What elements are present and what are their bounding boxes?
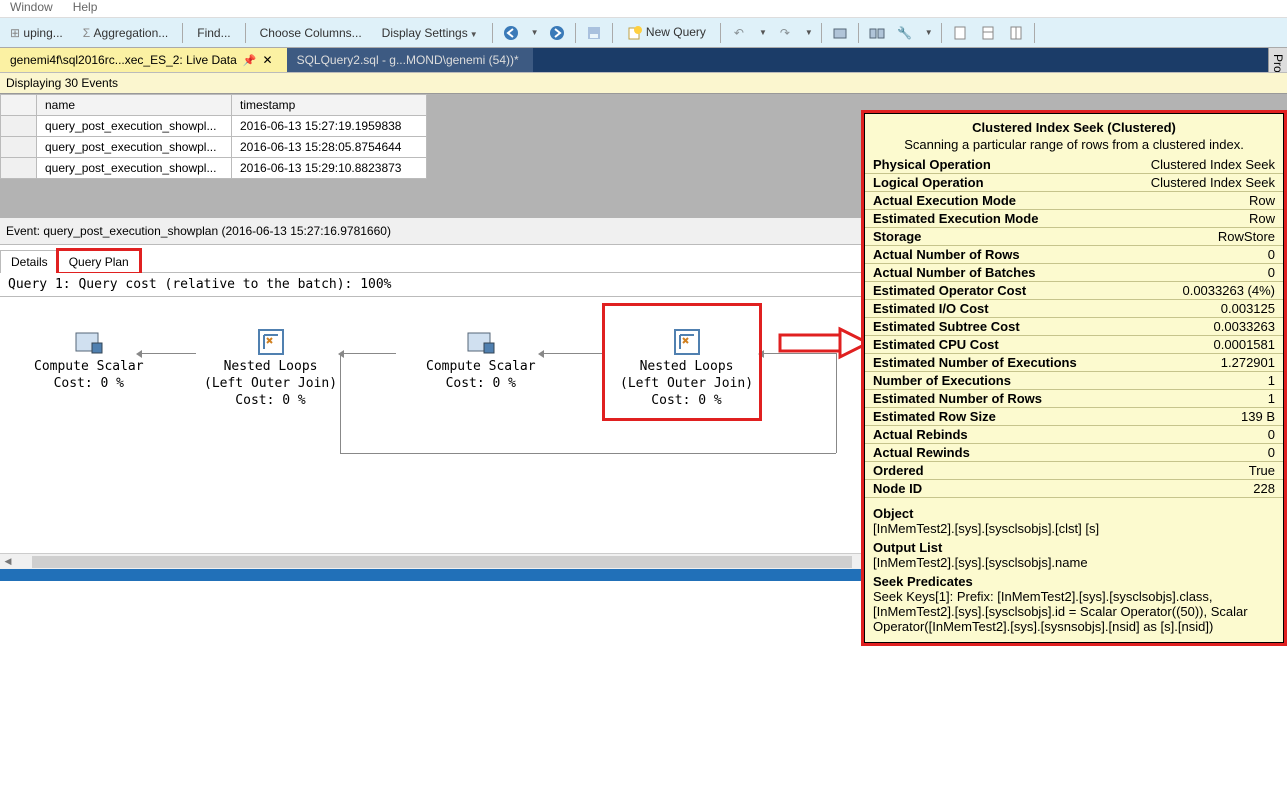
- tool-icon-4[interactable]: [978, 23, 998, 43]
- annotation-arrow: [776, 325, 872, 368]
- scroll-left-icon[interactable]: ◀: [0, 556, 16, 567]
- save-icon[interactable]: [584, 23, 604, 43]
- table-row[interactable]: query_post_execution_showpl... 2016-06-1…: [1, 116, 427, 137]
- corner-cell: [1, 95, 37, 116]
- info-bar: Displaying 30 Events: [0, 73, 1287, 94]
- operator-tooltip: Clustered Index Seek (Clustered) Scannin…: [864, 113, 1284, 643]
- toolbar-grouping[interactable]: ⊞ uping...: [4, 24, 69, 42]
- scroll-thumb[interactable]: [32, 556, 852, 568]
- toolbar-aggregation[interactable]: Σ Aggregation...: [77, 24, 174, 42]
- op-nested-loops-2[interactable]: Nested Loops (Left Outer Join) Cost: 0 %: [614, 323, 759, 414]
- col-timestamp[interactable]: timestamp: [232, 95, 427, 116]
- op-compute-scalar-2[interactable]: Compute Scalar Cost: 0 %: [420, 323, 542, 397]
- tooltip-outputlist-label: Output List: [865, 538, 1283, 555]
- menu-window[interactable]: Window: [10, 0, 53, 17]
- tooltip-seek-value: Seek Keys[1]: Prefix: [InMemTest2].[sys]…: [865, 589, 1283, 636]
- menubar: Window Help: [0, 0, 1287, 18]
- tool-icon-1[interactable]: [830, 23, 850, 43]
- tooltip-properties: Physical OperationClustered Index Seek L…: [865, 156, 1283, 498]
- col-name[interactable]: name: [37, 95, 232, 116]
- toolbar-display-settings[interactable]: Display Settings▼: [376, 24, 484, 42]
- wrench-icon[interactable]: 🔧: [895, 23, 915, 43]
- table-row[interactable]: query_post_execution_showpl... 2016-06-1…: [1, 137, 427, 158]
- tab-sqlquery2[interactable]: SQLQuery2.sql - g...MOND\genemi (54))*: [287, 48, 533, 72]
- op-nested-loops-1[interactable]: Nested Loops (Left Outer Join) Cost: 0 %: [198, 323, 343, 414]
- menu-help[interactable]: Help: [73, 0, 98, 17]
- tab-query-plan[interactable]: Query Plan: [58, 250, 140, 273]
- close-icon[interactable]: ✕: [263, 53, 273, 67]
- tooltip-object-label: Object: [865, 504, 1283, 521]
- tooltip-title: Clustered Index Seek (Clustered): [865, 118, 1283, 137]
- tooltip-object-value: [InMemTest2].[sys].[sysclsobjs].[clst] […: [865, 521, 1283, 538]
- tooltip-outputlist-value: [InMemTest2].[sys].[sysclsobjs].name: [865, 555, 1283, 572]
- events-grid[interactable]: name timestamp query_post_execution_show…: [0, 94, 427, 179]
- nav-back-dropdown[interactable]: ▼: [531, 28, 539, 37]
- toolbar: ⊞ uping... Σ Aggregation... Find... Choo…: [0, 18, 1287, 48]
- toolbar-choose-columns[interactable]: Choose Columns...: [254, 24, 368, 42]
- tab-details[interactable]: Details: [0, 250, 59, 273]
- pin-icon[interactable]: 📌: [243, 54, 257, 67]
- tool-icon-3[interactable]: [950, 23, 970, 43]
- document-tabs: genemi4f\sql2016rc...xec_ES_2: Live Data…: [0, 48, 1287, 72]
- toolbar-new-query[interactable]: New Query: [621, 23, 712, 43]
- table-row[interactable]: query_post_execution_showpl... 2016-06-1…: [1, 158, 427, 179]
- tooltip-desc: Scanning a particular range of rows from…: [865, 137, 1283, 156]
- tab-live-data[interactable]: genemi4f\sql2016rc...xec_ES_2: Live Data…: [0, 48, 287, 72]
- op-compute-scalar-1[interactable]: Compute Scalar Cost: 0 %: [28, 323, 150, 397]
- toolbar-find[interactable]: Find...: [191, 24, 236, 42]
- redo-icon[interactable]: ↷: [775, 23, 795, 43]
- tooltip-seek-label: Seek Predicates: [865, 572, 1283, 589]
- tool-icon-2[interactable]: [867, 23, 887, 43]
- nav-back-icon[interactable]: [501, 23, 521, 43]
- nav-forward-icon[interactable]: [547, 23, 567, 43]
- tool-icon-5[interactable]: [1006, 23, 1026, 43]
- undo-icon[interactable]: ↶: [729, 23, 749, 43]
